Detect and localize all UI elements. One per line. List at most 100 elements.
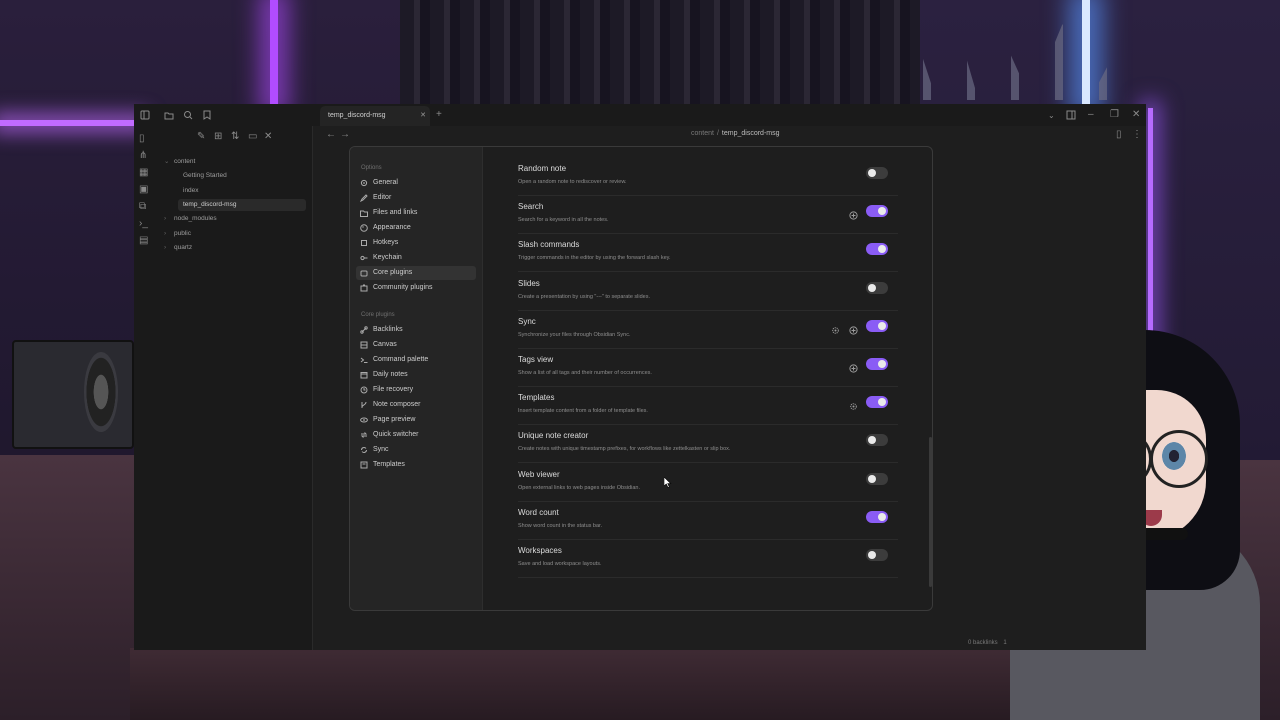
plugin-name: Sync	[518, 316, 536, 326]
plugin-settings-nav-command-palette[interactable]: Command palette	[356, 353, 476, 367]
plugin-name: Unique note creator	[518, 431, 589, 441]
plugin-settings-nav-canvas[interactable]: Canvas	[356, 338, 476, 352]
sort-icon[interactable]: ⇅	[231, 132, 239, 142]
chevron-right-icon[interactable]: ›	[164, 228, 166, 240]
tab-active-note[interactable]: temp_discord-msg ✕	[320, 106, 430, 126]
plugin-toggle[interactable]	[866, 510, 888, 523]
plugin-row: Tags view Show a list of all tags and the…	[518, 348, 898, 387]
close-icon[interactable]: ✕	[264, 132, 272, 142]
collapse-icon[interactable]: ▭	[248, 132, 257, 142]
file-tree-item[interactable]: › public	[162, 228, 306, 240]
calendar-icon	[360, 372, 368, 379]
plug-icon	[360, 270, 368, 277]
plus-circle-icon[interactable]	[849, 322, 858, 335]
plugin-settings-nav-backlinks[interactable]: Backlinks	[356, 323, 476, 337]
folder-icon[interactable]	[164, 110, 174, 120]
file-tree-label: temp_discord-msg	[183, 200, 237, 208]
breadcrumb-folder[interactable]: content	[691, 130, 714, 137]
mouse-cursor-icon	[664, 477, 672, 488]
settings-nav-item-hotkeys[interactable]: Hotkeys	[356, 236, 476, 250]
plugin-toggle[interactable]	[866, 549, 888, 561]
file-tree-item[interactable]: ⌄ content	[162, 156, 306, 168]
settings-nav-item-files-and-links[interactable]: Files and links	[356, 206, 476, 220]
settings-nav-item-editor[interactable]: Editor	[356, 191, 476, 205]
plugin-settings-nav-daily-notes[interactable]: Daily notes	[356, 368, 476, 382]
plugin-toggle[interactable]	[866, 472, 888, 485]
status-backlinks[interactable]: 0 backlinks	[968, 640, 998, 646]
file-tree-item[interactable]: › quartz	[162, 242, 306, 254]
back-icon[interactable]: ←	[326, 130, 336, 140]
plugin-row: Web viewer Open external links to web pag…	[518, 463, 898, 502]
breadcrumb-file[interactable]: temp_discord-msg	[722, 130, 780, 137]
plugin-settings-nav-page-preview[interactable]: Page preview	[356, 413, 476, 427]
plugin-settings-nav-templates[interactable]: Templates	[356, 458, 476, 472]
bookmark-icon[interactable]	[202, 110, 212, 120]
chevron-right-icon[interactable]: ›	[164, 213, 166, 225]
copy-icon[interactable]: ⧉	[139, 202, 146, 212]
layout-icon[interactable]	[1066, 110, 1076, 120]
new-folder-icon[interactable]: ⊞	[214, 132, 222, 142]
settings-nav-label: Appearance	[373, 224, 411, 231]
plugin-name: Slash commands	[518, 240, 580, 250]
sidebar-toggle-icon[interactable]	[140, 110, 150, 120]
calendar-icon[interactable]: ▣	[139, 185, 148, 195]
plugin-settings-nav-file-recovery[interactable]: File recovery	[356, 383, 476, 397]
canvas-icon[interactable]: ▦	[139, 168, 148, 178]
settings-nav-label: Page preview	[373, 416, 416, 423]
chevron-right-icon[interactable]: ›	[164, 242, 166, 254]
plugin-toggle[interactable]	[866, 396, 888, 409]
plugin-toggle[interactable]	[866, 434, 888, 447]
plugin-settings-nav-note-composer[interactable]: Note composer	[356, 398, 476, 412]
plugin-settings-nav-quick-switcher[interactable]: Quick switcher	[356, 428, 476, 442]
core-plugins-list: Random note Open a random note to redisco…	[483, 147, 932, 610]
close-window-icon[interactable]: ✕	[1132, 110, 1140, 120]
chevron-down-icon[interactable]: ⌄	[1048, 111, 1055, 121]
scrollbar[interactable]	[929, 437, 932, 587]
file-icon[interactable]: ▯	[139, 134, 145, 144]
plugin-description: Trigger commands in the editor by using …	[518, 255, 671, 262]
minimize-icon[interactable]: –	[1088, 110, 1094, 120]
gear-icon[interactable]	[849, 398, 858, 410]
reading-view-icon[interactable]: ▯	[1116, 130, 1122, 140]
new-tab-icon[interactable]: +	[436, 110, 442, 120]
plugin-toggle[interactable]	[866, 205, 888, 218]
plugin-toggle[interactable]	[866, 358, 888, 370]
settings-nav-item-keychain[interactable]: Keychain	[356, 251, 476, 265]
close-tab-icon[interactable]: ✕	[420, 106, 426, 126]
plugin-toggle[interactable]	[866, 243, 888, 256]
terminal-icon	[360, 357, 368, 363]
plus-circle-icon[interactable]	[849, 360, 858, 373]
search-icon[interactable]	[183, 110, 193, 120]
file-tree-item[interactable]: temp_discord-msg	[178, 198, 306, 211]
settings-nav-item-appearance[interactable]: Appearance	[356, 221, 476, 235]
forward-icon[interactable]: →	[340, 130, 350, 140]
terminal-icon[interactable]: ›_	[139, 219, 148, 229]
plugin-description: Open external links to web pages inside …	[518, 484, 640, 491]
plus-circle-icon[interactable]	[849, 207, 858, 220]
new-note-icon[interactable]: ✎	[197, 132, 205, 142]
plugin-toggle[interactable]	[866, 281, 888, 294]
graph-icon[interactable]: ⋔	[139, 151, 147, 161]
file-tree-item[interactable]: Getting Started	[178, 170, 306, 182]
plugin-row: Slides Create a presentation by using "--…	[518, 272, 898, 311]
settings-nav-item-general[interactable]: General	[356, 176, 476, 190]
avatar-glasses-right	[1150, 430, 1208, 488]
gear-icon[interactable]	[831, 322, 840, 334]
plugin-settings-nav-sync[interactable]: Sync	[356, 443, 476, 457]
settings-nav-item-core-plugins[interactable]: Core plugins	[356, 266, 476, 280]
tab-title: temp_discord-msg	[328, 112, 386, 119]
file-tree-item[interactable]: › node_modules	[162, 213, 306, 225]
maximize-icon[interactable]: ❐	[1110, 110, 1119, 120]
desk-left	[0, 455, 140, 720]
plugin-toggle[interactable]	[866, 167, 888, 179]
file-tree-item[interactable]: index	[178, 185, 306, 197]
plugin-description: Search for a keyword in all the notes.	[518, 217, 609, 224]
plugin-toggle[interactable]	[866, 319, 888, 332]
chevron-down-icon[interactable]: ⌄	[164, 156, 169, 168]
template-icon[interactable]: ▤	[139, 236, 148, 246]
more-options-icon[interactable]: ⋮	[1132, 130, 1142, 140]
plugin-description: Save and load workspace layouts.	[518, 561, 602, 567]
settings-nav-label: Files and links	[373, 209, 418, 216]
file-tree-label: Getting Started	[183, 172, 227, 180]
settings-nav-item-community-plugins[interactable]: Community plugins	[356, 281, 476, 295]
